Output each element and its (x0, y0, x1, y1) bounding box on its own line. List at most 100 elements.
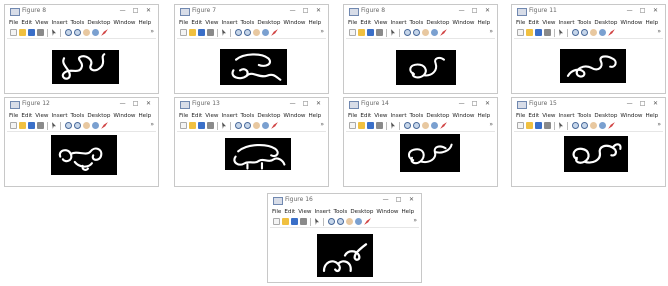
new-figure-icon[interactable] (517, 29, 524, 36)
menu-insert[interactable]: Insert (222, 113, 238, 119)
menu-help[interactable]: Help (308, 20, 321, 26)
menu-help[interactable]: Help (308, 113, 321, 119)
menu-insert[interactable]: Insert (52, 20, 68, 26)
menu-view[interactable]: View (374, 20, 387, 26)
figure-window-4[interactable]: Figure 11 — □ ✕ File Edit View Insert Tools D… (511, 4, 666, 94)
menu-tools[interactable]: Tools (71, 20, 85, 26)
save-icon[interactable] (28, 29, 35, 36)
edit-pointer-icon[interactable] (52, 29, 56, 36)
edit-pointer-icon[interactable] (391, 122, 395, 129)
menu-window[interactable]: Window (113, 20, 135, 26)
save-icon[interactable] (535, 122, 542, 129)
rotate-3d-icon[interactable] (355, 218, 362, 225)
close-button[interactable]: ✕ (143, 7, 154, 15)
menu-view[interactable]: View (35, 20, 48, 26)
toolbar-overflow-icon[interactable]: » (657, 121, 661, 128)
figure-window-5[interactable]: Figure 12 — □ ✕ File Edit View Insert Tools D… (4, 97, 159, 187)
menu-view[interactable]: View (542, 20, 555, 26)
zoom-in-icon[interactable] (404, 29, 411, 36)
zoom-in-icon[interactable] (65, 29, 72, 36)
menu-file[interactable]: File (9, 113, 18, 119)
close-button[interactable]: ✕ (406, 196, 417, 204)
pan-hand-icon[interactable] (83, 122, 90, 129)
menu-desktop[interactable]: Desktop (87, 20, 110, 26)
menu-desktop[interactable]: Desktop (594, 113, 617, 119)
menu-insert[interactable]: Insert (559, 113, 575, 119)
menu-desktop[interactable]: Desktop (350, 209, 373, 215)
print-icon[interactable] (37, 29, 44, 36)
pan-hand-icon[interactable] (253, 29, 260, 36)
print-icon[interactable] (207, 29, 214, 36)
close-button[interactable]: ✕ (143, 100, 154, 108)
close-button[interactable]: ✕ (482, 100, 493, 108)
menu-help[interactable]: Help (645, 20, 658, 26)
print-icon[interactable] (544, 122, 551, 129)
menu-window[interactable]: Window (113, 113, 135, 119)
menu-help[interactable]: Help (401, 209, 414, 215)
save-icon[interactable] (198, 122, 205, 129)
close-button[interactable]: ✕ (313, 7, 324, 15)
menu-tools[interactable]: Tools (578, 113, 592, 119)
maximize-button[interactable]: □ (393, 196, 404, 204)
menu-window[interactable]: Window (620, 113, 642, 119)
print-icon[interactable] (376, 29, 383, 36)
menu-view[interactable]: View (542, 113, 555, 119)
minimize-button[interactable]: — (456, 100, 467, 108)
menu-insert[interactable]: Insert (391, 113, 407, 119)
menu-desktop[interactable]: Desktop (257, 113, 280, 119)
minimize-button[interactable]: — (117, 7, 128, 15)
title-bar[interactable]: Figure 12 — □ ✕ (5, 98, 158, 111)
menu-file[interactable]: File (179, 20, 188, 26)
menu-file[interactable]: File (9, 20, 18, 26)
toolbar-overflow-icon[interactable]: » (320, 28, 324, 35)
menu-tools[interactable]: Tools (578, 20, 592, 26)
menu-help[interactable]: Help (138, 20, 151, 26)
menu-view[interactable]: View (205, 113, 218, 119)
maximize-button[interactable]: □ (637, 100, 648, 108)
toolbar-overflow-icon[interactable]: » (489, 121, 493, 128)
new-figure-icon[interactable] (517, 122, 524, 129)
figure-window-1[interactable]: Figure 8 — □ ✕ File Edit View Insert Tools De… (4, 4, 159, 94)
menu-edit[interactable]: Edit (360, 113, 371, 119)
new-figure-icon[interactable] (273, 218, 280, 225)
brush-icon[interactable] (271, 122, 278, 129)
close-button[interactable]: ✕ (482, 7, 493, 15)
rotate-3d-icon[interactable] (431, 122, 438, 129)
pan-hand-icon[interactable] (422, 29, 429, 36)
minimize-button[interactable]: — (624, 100, 635, 108)
save-icon[interactable] (198, 29, 205, 36)
edit-pointer-icon[interactable] (559, 122, 563, 129)
close-button[interactable]: ✕ (650, 7, 661, 15)
open-file-icon[interactable] (526, 29, 533, 36)
rotate-3d-icon[interactable] (262, 122, 269, 129)
save-icon[interactable] (367, 29, 374, 36)
title-bar[interactable]: Figure 11 — □ ✕ (512, 5, 665, 18)
brush-icon[interactable] (364, 218, 371, 225)
open-file-icon[interactable] (282, 218, 289, 225)
print-icon[interactable] (544, 29, 551, 36)
menu-insert[interactable]: Insert (222, 20, 238, 26)
save-icon[interactable] (367, 122, 374, 129)
edit-pointer-icon[interactable] (222, 29, 226, 36)
rotate-3d-icon[interactable] (599, 29, 606, 36)
menu-file[interactable]: File (179, 113, 188, 119)
zoom-in-icon[interactable] (572, 29, 579, 36)
open-file-icon[interactable] (358, 122, 365, 129)
brush-icon[interactable] (440, 122, 447, 129)
open-file-icon[interactable] (19, 122, 26, 129)
menu-edit[interactable]: Edit (528, 20, 539, 26)
title-bar[interactable]: Figure 8 — □ ✕ (5, 5, 158, 18)
menu-window[interactable]: Window (452, 20, 474, 26)
brush-icon[interactable] (608, 122, 615, 129)
edit-pointer-icon[interactable] (391, 29, 395, 36)
toolbar-overflow-icon[interactable]: » (150, 121, 154, 128)
minimize-button[interactable]: — (456, 7, 467, 15)
zoom-in-icon[interactable] (65, 122, 72, 129)
menu-insert[interactable]: Insert (391, 20, 407, 26)
save-icon[interactable] (291, 218, 298, 225)
zoom-out-icon[interactable] (244, 29, 251, 36)
zoom-out-icon[interactable] (74, 122, 81, 129)
menu-desktop[interactable]: Desktop (426, 113, 449, 119)
menu-edit[interactable]: Edit (360, 20, 371, 26)
title-bar[interactable]: Figure 14 — □ ✕ (344, 98, 497, 111)
